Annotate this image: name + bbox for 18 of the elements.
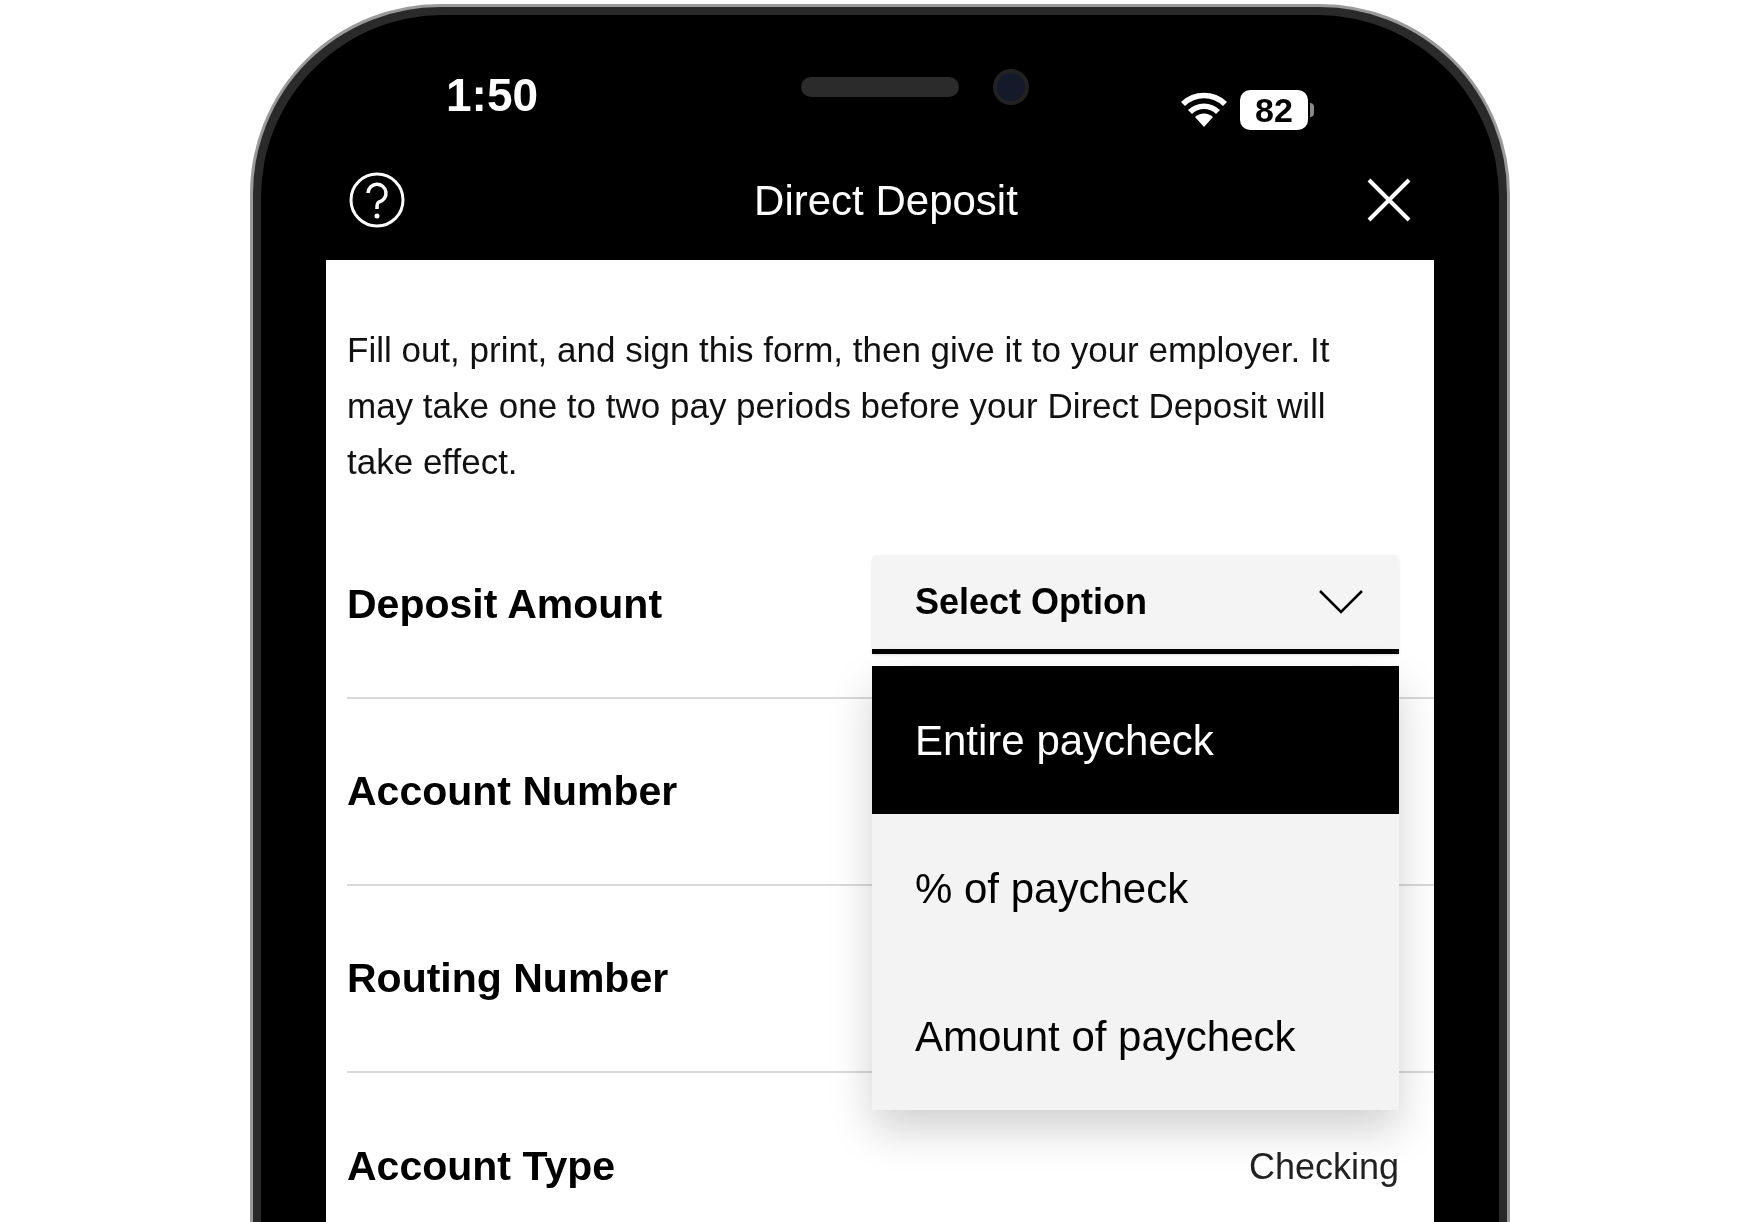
- front-camera: [993, 69, 1029, 105]
- dropdown-option[interactable]: Entire paycheck: [872, 666, 1399, 814]
- help-icon[interactable]: [348, 171, 406, 229]
- dropdown-option[interactable]: % of paycheck: [872, 814, 1399, 962]
- field-label: Account Number: [347, 766, 678, 816]
- field-label: Account Type: [347, 1141, 616, 1191]
- close-icon[interactable]: [1366, 177, 1412, 223]
- header-title: Direct Deposit: [754, 175, 1018, 226]
- wifi-icon: [1180, 91, 1228, 129]
- dropdown-option[interactable]: Amount of paycheck: [872, 962, 1399, 1110]
- chevron-down-icon: [1318, 589, 1364, 615]
- field-label: Deposit Amount: [347, 579, 663, 629]
- battery-indicator: 82: [1240, 90, 1314, 130]
- select-dropdown[interactable]: Select Option: [872, 555, 1399, 654]
- field-label: Routing Number: [347, 953, 669, 1003]
- field-value: Checking: [1248, 1144, 1399, 1189]
- status-time: 1:50: [446, 68, 539, 123]
- intro-paragraph: Fill out, print, and sign this form, then give it to your employer. It may take one to two pay periods before your Direct Deposit will take effect.: [347, 329, 1331, 483]
